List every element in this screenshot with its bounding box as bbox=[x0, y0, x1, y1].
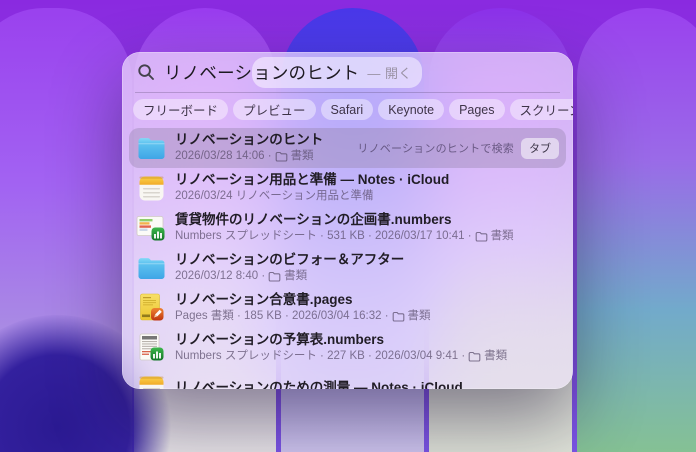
result-meta-text: 2026/03/28 14:06 · bbox=[175, 150, 272, 163]
search-completion-text: ョンのヒント bbox=[253, 62, 360, 83]
search-icon bbox=[137, 63, 155, 81]
folder-small-icon bbox=[268, 271, 281, 282]
result-meta-text: 2026/03/12 8:40 · bbox=[175, 270, 266, 283]
search-results-list: リノベーションのヒント 2026/03/28 14:06 · 書類 リノベーショ… bbox=[122, 126, 573, 389]
result-row-4[interactable]: リノベーションのビフォー＆アフター 2026/03/12 8:40 · 書類 bbox=[129, 248, 566, 288]
filter-chip-4[interactable]: Keynote bbox=[378, 99, 445, 120]
result-location-label: 書類 bbox=[407, 310, 431, 323]
filter-chip-5[interactable]: Pages bbox=[449, 99, 505, 120]
folder-small-icon bbox=[468, 351, 481, 362]
result-subtitle: 2026/03/28 14:06 · 書類 bbox=[175, 149, 349, 163]
result-meta-text: Numbers スプレッドシート · 227 KB · 2026/03/04 9… bbox=[175, 350, 466, 363]
result-title: リノベーションのヒント bbox=[175, 132, 324, 148]
result-title: リノベーション合意書.pages bbox=[175, 292, 353, 308]
result-title: リノベーションの予算表.numbers bbox=[175, 332, 384, 348]
search-with-hint: リノベーションのヒントで検索 bbox=[357, 143, 514, 155]
folder-small-icon bbox=[392, 311, 405, 322]
filter-chip-2[interactable]: プレビュー bbox=[233, 99, 316, 120]
result-row-1[interactable]: リノベーションのヒント 2026/03/28 14:06 · 書類 リノベーショ… bbox=[129, 128, 566, 168]
notes-icon bbox=[136, 173, 166, 203]
result-location-label: 書類 bbox=[290, 150, 314, 163]
result-location-label: 書類 bbox=[284, 270, 308, 283]
folder-small-icon bbox=[475, 231, 488, 242]
result-subtitle: 2026/03/24 リノベーション用品と準備 bbox=[175, 189, 559, 203]
numbers-portrait-icon bbox=[136, 333, 166, 363]
result-location-label: 書類 bbox=[490, 230, 514, 243]
pages-icon bbox=[136, 293, 166, 323]
folder-icon bbox=[136, 253, 166, 283]
desktop: リノベーシ ョンのヒント — 開く フリーボード プレビュー Safari Keynote… bbox=[0, 0, 696, 452]
result-meta-text: Numbers スプレッドシート · 531 KB · 2026/03/17 1… bbox=[175, 230, 472, 243]
search-typed-text: リノベーシ bbox=[164, 62, 253, 83]
result-subtitle: Pages 書類 · 185 KB · 2026/03/04 16:32 · 書… bbox=[175, 309, 559, 323]
result-row-5[interactable]: リノベーション合意書.pages Pages 書類 · 185 KB · 202… bbox=[129, 288, 566, 328]
search-input[interactable]: リノベーシ ョンのヒント — 開く bbox=[164, 56, 422, 88]
result-row-7[interactable]: リノベーションのための測量 — Notes · iCloud bbox=[129, 368, 566, 389]
result-title: リノベーションのビフォー＆アフター bbox=[175, 252, 405, 268]
result-title: リノベーションのための測量 — Notes · iCloud bbox=[175, 379, 463, 389]
filter-chip-6[interactable]: スクリーンショット bbox=[509, 99, 573, 120]
filter-chip-1[interactable]: フリーボード bbox=[133, 99, 229, 120]
result-title: 賃貸物件のリノベーションの企画書.numbers bbox=[175, 212, 452, 228]
wallpaper-bar bbox=[577, 8, 696, 452]
folder-small-icon bbox=[275, 151, 288, 162]
tab-key-badge: タブ bbox=[521, 137, 559, 159]
result-row-3[interactable]: 賃貸物件のリノベーションの企画書.numbers Numbers スプレッドシー… bbox=[129, 208, 566, 248]
result-subtitle: 2026/03/12 8:40 · 書類 bbox=[175, 269, 559, 283]
result-row-2[interactable]: リノベーション用品と準備 — Notes · iCloud 2026/03/24… bbox=[129, 168, 566, 208]
filter-chip-3[interactable]: Safari bbox=[320, 99, 374, 120]
result-location-label: 書類 bbox=[484, 350, 508, 363]
spotlight-search-bar[interactable]: リノベーシ ョンのヒント — 開く bbox=[122, 52, 573, 92]
result-subtitle: Numbers スプレッドシート · 531 KB · 2026/03/17 1… bbox=[175, 229, 559, 243]
result-subtitle: Numbers スプレッドシート · 227 KB · 2026/03/04 9… bbox=[175, 349, 559, 363]
result-meta-text: 2026/03/24 リノベーション用品と準備 bbox=[175, 190, 374, 203]
numbers-landscape-icon bbox=[136, 213, 166, 243]
notes-icon bbox=[136, 373, 166, 389]
result-title: リノベーション用品と準備 — Notes · iCloud bbox=[175, 172, 450, 188]
filter-chip-row: フリーボードプレビューSafariKeynotePagesスクリーンショットメー… bbox=[122, 93, 573, 126]
folder-icon bbox=[136, 133, 166, 163]
result-row-6[interactable]: リノベーションの予算表.numbers Numbers スプレッドシート · 2… bbox=[129, 328, 566, 368]
result-meta-text: Pages 書類 · 185 KB · 2026/03/04 16:32 · bbox=[175, 310, 389, 323]
open-hint-label: — 開く bbox=[367, 65, 412, 81]
autocomplete-pill: ョンのヒント — 開く bbox=[252, 56, 422, 88]
spotlight-window: リノベーシ ョンのヒント — 開く フリーボード プレビュー Safari Keynote… bbox=[122, 52, 573, 389]
